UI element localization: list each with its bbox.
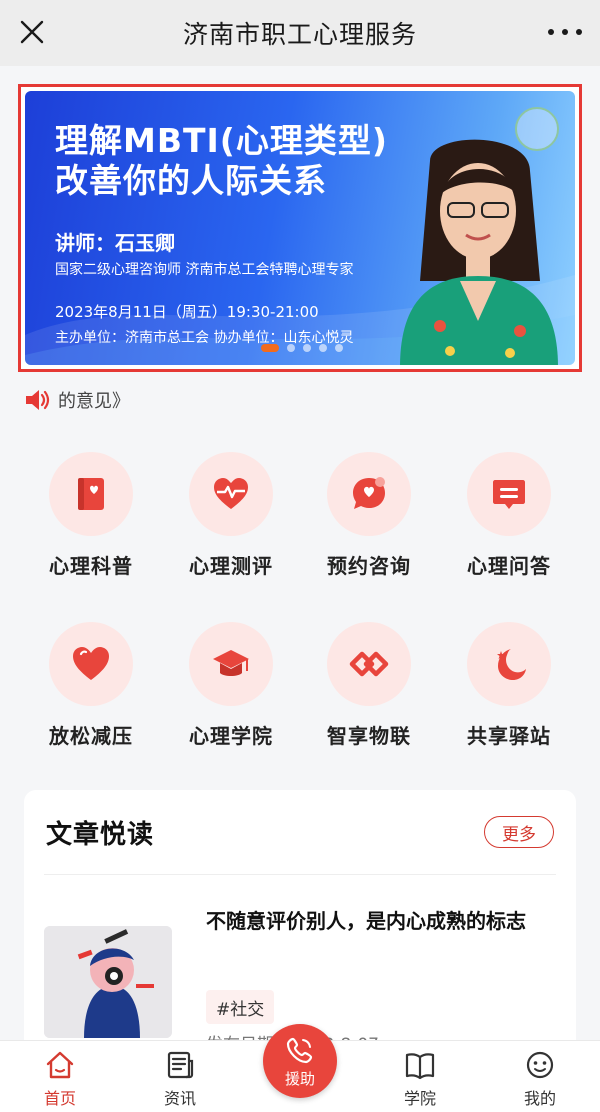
chat-heart-icon bbox=[353, 477, 385, 509]
service-label: 心理问答 bbox=[467, 554, 551, 578]
carousel-dot[interactable] bbox=[303, 344, 311, 352]
tab-label: 学院 bbox=[403, 1089, 436, 1108]
speaker-icon bbox=[26, 390, 50, 410]
message-icon bbox=[493, 480, 525, 509]
service-psych-education[interactable]: 心理科普 bbox=[26, 452, 156, 592]
tab-label: 我的 bbox=[523, 1089, 556, 1108]
tab-profile[interactable]: 我的 bbox=[495, 1049, 585, 1111]
carousel-dot[interactable] bbox=[319, 344, 327, 352]
link-icon bbox=[349, 651, 389, 677]
carousel-dot-active[interactable] bbox=[261, 344, 279, 352]
speaker-photo bbox=[400, 139, 558, 365]
book-icon bbox=[405, 1053, 435, 1080]
service-shared-station[interactable]: 共享驿站 bbox=[444, 622, 574, 762]
more-button[interactable]: 更多 bbox=[484, 816, 554, 848]
top-bar: 济南市职工心理服务 bbox=[0, 0, 600, 66]
tab-label: 首页 bbox=[43, 1089, 76, 1108]
service-label: 心理测评 bbox=[189, 554, 273, 578]
service-icon-bg bbox=[467, 622, 551, 706]
book-heart-icon bbox=[78, 478, 104, 510]
article-illustration bbox=[44, 926, 172, 1038]
profile-icon bbox=[526, 1051, 554, 1079]
article-thumbnail[interactable] bbox=[44, 926, 172, 1038]
banner-carousel[interactable]: 理解MBTI(心理类型) 改善你的人际关系 讲师：石玉卿 国家二级心理咨询师 济… bbox=[18, 84, 582, 372]
banner-title-line1: 理解MBTI(心理类型) bbox=[55, 121, 388, 160]
tab-home[interactable]: 首页 bbox=[15, 1049, 105, 1111]
service-label: 心理学院 bbox=[189, 724, 273, 748]
service-book-consultation[interactable]: 预约咨询 bbox=[304, 452, 434, 592]
banner-speaker: 讲师：石玉卿 bbox=[55, 231, 175, 255]
service-icon-bg bbox=[327, 622, 411, 706]
phone-icon bbox=[286, 1037, 313, 1063]
heart-icon bbox=[73, 647, 109, 680]
tab-label: 资讯 bbox=[163, 1089, 196, 1108]
news-icon bbox=[167, 1051, 194, 1079]
article-tag[interactable]: #社交 bbox=[206, 990, 275, 1024]
page-title: 济南市职工心理服务 bbox=[182, 20, 417, 49]
graduation-cap-icon bbox=[213, 650, 249, 676]
service-iot[interactable]: 智享物联 bbox=[304, 622, 434, 762]
service-icon-bg bbox=[327, 452, 411, 536]
banner-title-line2: 改善你的人际关系 bbox=[55, 161, 327, 200]
home-icon bbox=[46, 1051, 74, 1079]
close-icon[interactable] bbox=[16, 16, 48, 48]
service-relax[interactable]: 放松减压 bbox=[26, 622, 156, 762]
tab-label: 援助 bbox=[284, 1069, 315, 1088]
service-label: 放松减压 bbox=[49, 724, 133, 748]
carousel-dot[interactable] bbox=[335, 344, 343, 352]
notice-text: 的意见》 bbox=[58, 391, 130, 412]
carousel-indicators bbox=[261, 344, 343, 352]
service-academy[interactable]: 心理学院 bbox=[166, 622, 296, 762]
divider bbox=[44, 874, 556, 875]
banner-datetime: 2023年8月11日（周五）19:30-21:00 bbox=[55, 303, 319, 321]
moon-star-icon bbox=[497, 649, 526, 680]
banner-qualifications: 国家二级心理咨询师 济南市总工会特聘心理专家 bbox=[55, 262, 354, 278]
tab-academy[interactable]: 学院 bbox=[375, 1049, 465, 1111]
section-title: 文章悦读 bbox=[46, 820, 155, 850]
service-icon-bg bbox=[189, 452, 273, 536]
service-label: 共享驿站 bbox=[467, 724, 551, 748]
service-label: 智享物联 bbox=[327, 724, 411, 748]
tab-assistance[interactable]: 援助 bbox=[263, 1024, 337, 1098]
service-icon-bg bbox=[189, 622, 273, 706]
service-icon-bg bbox=[49, 622, 133, 706]
service-label: 心理科普 bbox=[49, 554, 133, 578]
banner-title: 理解MBTI(心理类型) 改善你的人际关系 bbox=[55, 121, 388, 201]
banner-slide[interactable]: 理解MBTI(心理类型) 改善你的人际关系 讲师：石玉卿 国家二级心理咨询师 济… bbox=[25, 91, 575, 365]
service-psych-assessment[interactable]: 心理测评 bbox=[166, 452, 296, 592]
heartbeat-icon bbox=[214, 478, 248, 509]
article-title[interactable]: 不随意评价别人，是内心成熟的标志 bbox=[206, 904, 546, 938]
tab-news[interactable]: 资讯 bbox=[135, 1049, 225, 1111]
service-icon-bg bbox=[467, 452, 551, 536]
notice-bar[interactable]: 的意见》 bbox=[24, 386, 130, 414]
service-qa[interactable]: 心理问答 bbox=[444, 452, 574, 592]
service-label: 预约咨询 bbox=[327, 554, 411, 578]
service-icon-bg bbox=[49, 452, 133, 536]
carousel-dot[interactable] bbox=[287, 344, 295, 352]
more-dots-icon[interactable] bbox=[548, 18, 582, 46]
